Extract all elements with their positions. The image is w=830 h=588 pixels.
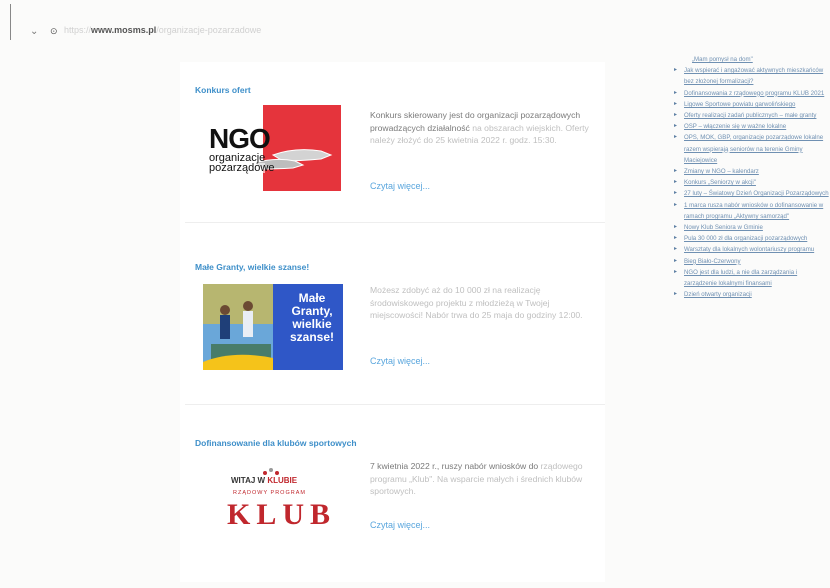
bullet-icon: ▸: [674, 134, 678, 141]
sidebar-item[interactable]: ▸ NGO jest dla ludzi, a nie dla zarządzan…: [672, 267, 830, 289]
ngo-logo-text: NGO: [209, 123, 271, 154]
bullet-icon: ▸: [674, 67, 678, 74]
sidebar-item[interactable]: ▸ Oferty realizacji zadań publicznych – m…: [672, 110, 830, 121]
bullet-icon: ▸: [674, 179, 678, 186]
klub-stars-icon: [263, 468, 279, 475]
sidebar-item[interactable]: ▸ Dofinansowania z rządowego programu KLU…: [672, 88, 830, 99]
sidebar-item[interactable]: „Mam pomysł na dom": [672, 54, 830, 65]
sidebar-item[interactable]: ▸ Zmiany w NGO – kalendarz: [672, 166, 830, 177]
chevron-down-icon[interactable]: ⌄: [30, 26, 38, 37]
read-more-link[interactable]: Czytaj więcej...: [370, 356, 430, 366]
article-description: 7 kwietnia 2022 r., ruszy nabór wniosków…: [370, 461, 583, 497]
bullet-icon: ▸: [674, 246, 678, 253]
url-text[interactable]: https://www.mosms.pl/organizacje-pozarza…: [64, 25, 261, 35]
ngo-logo-line2: pozarządowe: [209, 162, 275, 174]
sidebar-item[interactable]: ▸ OPS, MOK, GBP, organizacje pozarządowe …: [672, 132, 830, 166]
article-title[interactable]: Konkurs ofert: [195, 85, 251, 95]
sidebar-item[interactable]: ▸ 27 luty – Światowy Dzień Organizacji Po…: [672, 188, 830, 199]
read-more-link[interactable]: Czytaj więcej...: [370, 181, 430, 191]
bullet-icon: ▸: [674, 201, 678, 208]
bullet-icon: ▸: [674, 235, 678, 242]
sidebar-item[interactable]: ▸ 1 marca rusza nabór wniosków o dofinans…: [672, 200, 830, 222]
klub-logo-welcome: WITAJ W KLUBIE: [231, 476, 298, 485]
sidebar-item[interactable]: ▸ Warsztaty dla lokalnych wolontariuszy p…: [672, 244, 830, 255]
bullet-icon: ▸: [674, 123, 678, 130]
sidebar-item[interactable]: ▸ Ligowe Sportowe powiatu garwolińskiego: [672, 99, 830, 110]
sidebar-item[interactable]: ▸ Pula 30 000 zł dla organizacji pozarząd…: [672, 233, 830, 244]
sidebar-item[interactable]: ▸ Konkurs „Seniorzy w akcji": [672, 177, 830, 188]
sidebar-item[interactable]: ▸ Bieg Biało-Czerwony: [672, 256, 830, 267]
bullet-icon: ▸: [674, 100, 678, 107]
article-title[interactable]: Dofinansowanie dla klubów sportowych: [195, 438, 357, 448]
sidebar-item[interactable]: ▸ Jak wspierać i angażować aktywnych mies…: [672, 65, 830, 87]
article-divider: [185, 404, 605, 405]
bullet-icon: ▸: [674, 89, 678, 96]
article-title[interactable]: Małe Granty, wielkie szanse!: [195, 262, 309, 272]
bullet-icon: ▸: [674, 257, 678, 264]
ngo-image[interactable]: NGO organizacje pozarządowe: [203, 105, 341, 191]
klub-image[interactable]: WITAJ W KLUBIE RZĄDOWY PROGRAM KLUB: [203, 460, 341, 546]
bullet-icon: ▸: [674, 268, 678, 275]
granty-banner-text: Małe Granty, wielkie szanse!: [289, 291, 335, 344]
klub-logo-program: RZĄDOWY PROGRAM: [233, 490, 306, 496]
bullet-icon: ▸: [674, 168, 678, 175]
article-description: Konkurs skierowany jest do organizacji p…: [370, 110, 589, 146]
sidebar-item[interactable]: ▸ Dzień otwarty organizacji: [672, 289, 830, 300]
sidebar-item[interactable]: ▸ OSP – włączenie się w ważne lokalne: [672, 121, 830, 132]
sidebar-item[interactable]: ▸ Nowy Klub Seniora w Gminie: [672, 222, 830, 233]
article-description: Możesz zdobyć aż do 10 000 zł na realiza…: [370, 285, 583, 321]
sidebar-news-list: „Mam pomysł na dom" ▸ Jak wspierać i anga…: [672, 54, 830, 300]
window-edge: [10, 4, 11, 40]
read-more-link[interactable]: Czytaj więcej...: [370, 520, 430, 530]
klub-logo-big: KLUB: [227, 498, 337, 531]
granty-image[interactable]: Małe Granty, wielkie szanse!: [203, 284, 343, 370]
address-bar[interactable]: ⌄ ⊙ https://www.mosms.pl/organizacje-poz…: [0, 4, 440, 42]
bullet-icon: ▸: [674, 291, 678, 298]
site-info-icon[interactable]: ⊙: [50, 26, 58, 37]
bullet-icon: ▸: [674, 112, 678, 119]
klub-logo-dots: [261, 464, 281, 475]
article-divider: [185, 222, 605, 223]
bullet-icon: ▸: [674, 190, 678, 197]
bullet-icon: ▸: [674, 224, 678, 231]
